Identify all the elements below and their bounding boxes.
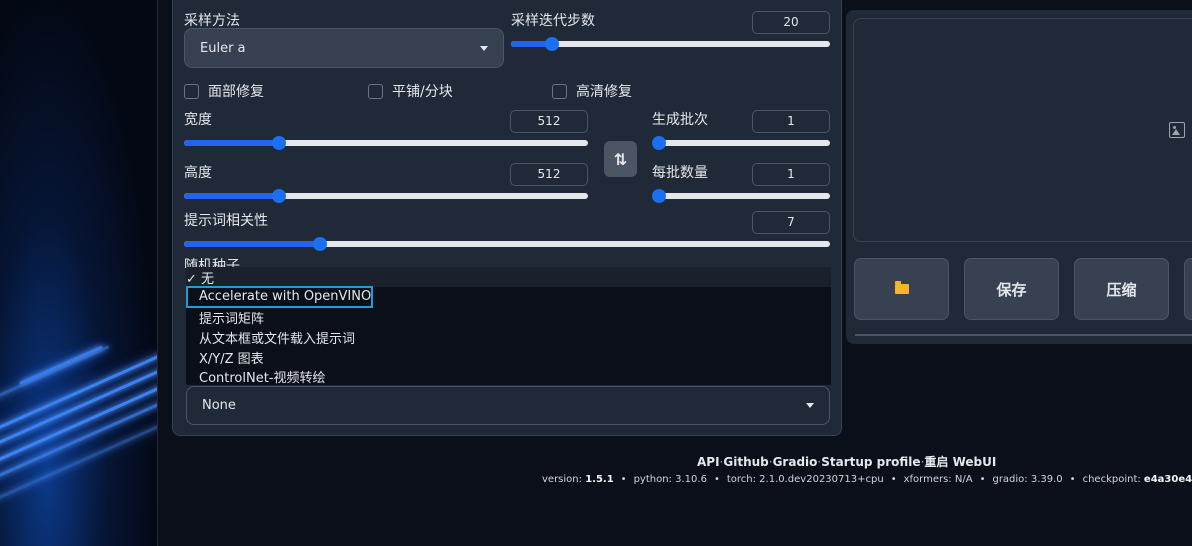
script-option-prompts-from-file[interactable]: 从文本框或文件载入提示词 <box>199 328 355 347</box>
batch-count-slider[interactable] <box>652 136 830 150</box>
swap-dimensions-button[interactable]: ⇅ <box>604 141 637 177</box>
batch-size-label: 每批数量 <box>652 165 708 181</box>
output-panel-divider <box>855 334 1192 336</box>
script-option-openvino[interactable]: Accelerate with OpenVINO <box>199 289 371 304</box>
width-label: 宽度 <box>184 112 212 128</box>
footer-link-gradio[interactable]: Gradio <box>773 455 818 469</box>
swap-arrows-icon: ⇅ <box>613 149 628 169</box>
height-input[interactable]: 512 <box>510 163 588 186</box>
script-dropdown-menu: ✓ 无 Accelerate with OpenVINO 提示词矩阵 从文本框或… <box>186 267 831 385</box>
image-placeholder-icon <box>1169 122 1185 138</box>
sampling-steps-label: 采样迭代步数 <box>511 13 595 29</box>
width-input[interactable]: 512 <box>510 110 588 133</box>
height-slider[interactable] <box>184 189 588 203</box>
batch-count-label: 生成批次 <box>652 112 708 128</box>
sampling-steps-input[interactable]: 20 <box>752 11 830 34</box>
script-option-xyz-plot[interactable]: X/Y/Z 图表 <box>199 348 264 367</box>
save-button[interactable]: 保存 <box>964 258 1059 320</box>
script-select-dropdown[interactable]: None <box>186 386 830 425</box>
next-output-button[interactable] <box>1184 258 1192 320</box>
cfg-scale-slider[interactable] <box>184 237 830 251</box>
footer-link-api[interactable]: API <box>697 455 720 469</box>
sampling-method-value: Euler a <box>200 40 246 56</box>
batch-size-input[interactable]: 1 <box>752 163 830 186</box>
background-artwork <box>0 0 158 546</box>
output-image-area[interactable] <box>853 18 1192 242</box>
chevron-down-icon <box>806 403 814 408</box>
tiling-label: 平铺/分块 <box>392 84 453 100</box>
footer-links: API·Github·Gradio·Startup profile·重启 Web… <box>697 455 997 469</box>
script-option-controlnet-video[interactable]: ControlNet-视频转绘 <box>199 367 326 385</box>
script-option-prompt-matrix[interactable]: 提示词矩阵 <box>199 308 264 327</box>
open-folder-button[interactable] <box>854 258 949 320</box>
webui-page: 采样方法 Euler a 采样迭代步数 20 面部修复 平铺/分块 高清修复 宽… <box>0 0 1192 546</box>
script-select-value: None <box>202 398 236 413</box>
footer-link-restart-webui[interactable]: 重启 WebUI <box>924 455 996 469</box>
sampling-steps-slider[interactable] <box>511 37 830 51</box>
tiling-checkbox[interactable]: 平铺/分块 <box>368 81 453 101</box>
sampling-method-label: 采样方法 <box>184 13 240 29</box>
batch-size-slider[interactable] <box>652 189 830 203</box>
chevron-down-icon <box>480 45 488 51</box>
hires-fix-label: 高清修复 <box>576 84 632 100</box>
face-restore-checkbox[interactable]: 面部修复 <box>184 81 264 101</box>
sampling-method-dropdown[interactable]: Euler a <box>184 28 504 68</box>
cfg-scale-label: 提示词相关性 <box>184 213 268 229</box>
version-info: version: 1.5.1 • python: 3.10.6 • torch: 2.1… <box>542 474 1192 485</box>
height-label: 高度 <box>184 165 212 181</box>
folder-icon <box>894 281 909 294</box>
width-slider[interactable] <box>184 136 588 150</box>
footer-link-github[interactable]: Github <box>723 455 768 469</box>
footer-link-startup-profile[interactable]: Startup profile <box>821 455 920 469</box>
hires-fix-checkbox[interactable]: 高清修复 <box>552 81 632 101</box>
script-option-none[interactable]: ✓ 无 <box>186 267 831 287</box>
batch-count-input[interactable]: 1 <box>752 110 830 133</box>
cfg-scale-input[interactable]: 7 <box>752 211 830 234</box>
face-restore-label: 面部修复 <box>208 84 264 100</box>
zip-button[interactable]: 压缩 <box>1074 258 1169 320</box>
